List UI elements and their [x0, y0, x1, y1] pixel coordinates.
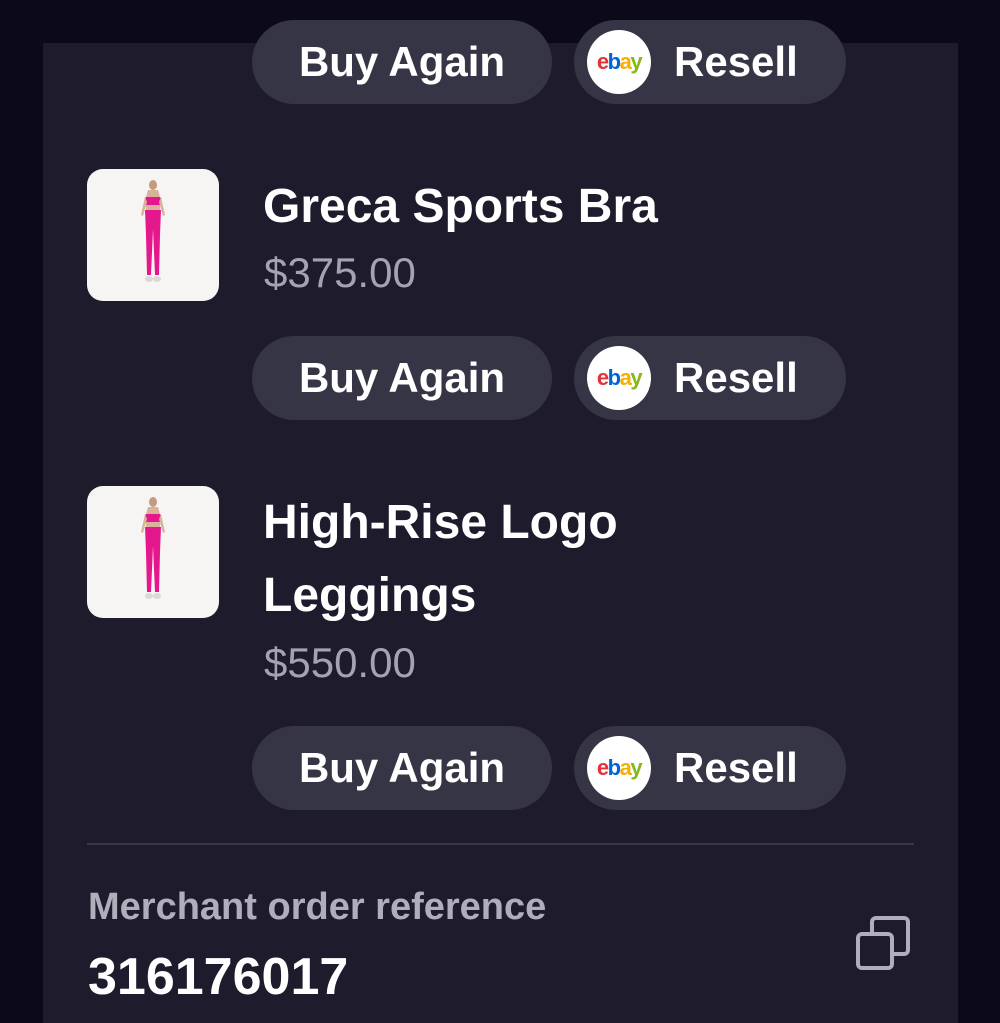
resell-label: Resell: [674, 744, 798, 791]
resell-label: Resell: [674, 354, 798, 401]
buy-again-label: Buy Again: [298, 354, 506, 401]
product-name: Greca Sports Bra: [263, 180, 658, 233]
product-name-line-2: Leggings: [263, 569, 477, 622]
resell-button[interactable]: ebay Resell: [574, 726, 846, 810]
leggings-image: [141, 497, 165, 599]
ebay-logo-icon: ebay: [587, 346, 651, 410]
buy-again-button[interactable]: Buy Again: [252, 20, 552, 104]
merchant-order-reference-value: 316176017: [88, 948, 349, 1006]
ebay-logo-icon: ebay: [587, 736, 651, 800]
product-price: $375.00: [264, 249, 416, 296]
resell-button[interactable]: ebay Resell: [574, 336, 846, 420]
merchant-order-reference-label: Merchant order reference: [88, 886, 547, 928]
ebay-logo-icon: ebay: [587, 30, 651, 94]
sports-bra-image: [141, 180, 165, 282]
product-price: $550.00: [264, 639, 416, 686]
product-thumbnail[interactable]: [87, 486, 219, 618]
resell-label: Resell: [674, 38, 798, 85]
buy-again-button[interactable]: Buy Again: [252, 726, 552, 810]
copy-icon[interactable]: [850, 912, 914, 976]
buy-again-label: Buy Again: [298, 38, 506, 85]
buy-again-label: Buy Again: [298, 744, 506, 791]
product-thumbnail[interactable]: [87, 169, 219, 301]
resell-button[interactable]: ebay Resell: [574, 20, 846, 104]
buy-again-button[interactable]: Buy Again: [252, 336, 552, 420]
divider: [87, 843, 914, 845]
screen: Buy Again ebay Resell Greca Sports Bra $…: [0, 0, 1000, 1023]
product-name-line-1: High-Rise Logo: [263, 496, 618, 549]
